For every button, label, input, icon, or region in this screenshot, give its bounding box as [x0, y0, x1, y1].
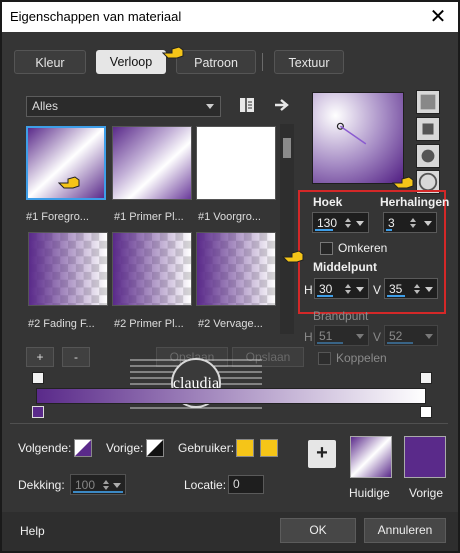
repeats-input[interactable]: 3: [383, 212, 437, 233]
previous-swatch[interactable]: [146, 439, 164, 457]
link-label: Koppelen: [336, 351, 387, 365]
tab-verloop[interactable]: Verloop: [96, 50, 166, 74]
decrement-icon[interactable]: [414, 290, 420, 294]
increment-icon[interactable]: [103, 480, 109, 484]
increment-icon[interactable]: [410, 218, 416, 222]
link-checkbox: [318, 352, 331, 365]
tab-textuur[interactable]: Textuur: [274, 50, 344, 74]
center-h-input[interactable]: 30: [314, 278, 369, 299]
chevron-down-icon[interactable]: [356, 221, 364, 226]
help-link[interactable]: Help: [20, 524, 45, 538]
current-label: Huidige: [349, 486, 390, 500]
opacity-input[interactable]: 100: [70, 474, 126, 495]
gradient-caption-6: #2 Vervage...: [198, 318, 263, 330]
increment-icon[interactable]: [414, 284, 420, 288]
increment-icon[interactable]: [345, 218, 351, 222]
gradient-thumb-3[interactable]: [196, 126, 276, 200]
library-icon[interactable]: [237, 95, 257, 115]
cancel-button[interactable]: Annuleren: [364, 518, 446, 543]
ok-button[interactable]: OK: [280, 518, 356, 543]
remove-stop-button[interactable]: -: [62, 347, 90, 367]
sunburst-style-button[interactable]: [416, 144, 440, 168]
focal-h-input: 51: [314, 325, 369, 346]
next-swatch[interactable]: [74, 439, 92, 457]
center-v-label: V: [373, 283, 382, 297]
increment-icon[interactable]: [345, 284, 351, 288]
invert-label: Omkeren: [338, 241, 388, 255]
rectangular-style-button[interactable]: [416, 117, 440, 141]
chevron-down-icon: [356, 334, 364, 339]
center-h-label: H: [304, 283, 313, 297]
tab-kleur[interactable]: Kleur: [14, 50, 86, 74]
gradient-thumb-6[interactable]: [196, 232, 276, 306]
add-stop-button[interactable]: +: [26, 347, 54, 367]
focal-v-label: V: [373, 330, 382, 344]
invert-checkbox[interactable]: [320, 242, 333, 255]
next-label: Volgende:: [18, 441, 72, 455]
tab-bar: Kleur Verloop Patroon Textuur: [14, 50, 446, 76]
user-swatch-1[interactable]: [236, 439, 254, 457]
gradient-bar[interactable]: [36, 388, 426, 404]
tab-patroon[interactable]: Patroon: [176, 50, 256, 74]
gradient-thumb-5[interactable]: [112, 232, 192, 306]
angle-label: Hoek: [313, 195, 343, 209]
previous-color-label: Vorige: [409, 486, 444, 500]
pointing-hand-icon: [58, 176, 80, 189]
add-to-palette-button[interactable]: +: [308, 440, 336, 468]
location-input[interactable]: 0: [228, 475, 264, 494]
arrow-right-icon[interactable]: [272, 95, 292, 115]
decrement-icon[interactable]: [345, 290, 351, 294]
previous-label: Vorige:: [106, 441, 144, 455]
center-v-input[interactable]: 35: [384, 278, 438, 299]
pointing-hand-icon: [282, 250, 304, 263]
gradient-caption-5: #2 Primer Pl...: [114, 318, 184, 330]
linear-style-button[interactable]: [416, 90, 440, 114]
focal-h-label: H: [304, 330, 313, 344]
chevron-down-icon[interactable]: [424, 221, 432, 226]
chevron-down-icon[interactable]: [356, 287, 364, 292]
gradient-caption-4: #2 Fading F...: [28, 318, 95, 330]
divider: [10, 423, 448, 424]
decrement-icon[interactable]: [345, 224, 351, 228]
pointing-hand-icon: [392, 176, 414, 189]
chevron-down-icon: [206, 104, 214, 109]
gradient-caption-3: #1 Voorgro...: [198, 211, 261, 223]
opacity-stop-start[interactable]: [32, 372, 44, 384]
color-stop-start[interactable]: [32, 406, 44, 418]
gradient-caption-2: #1 Primer Pl...: [114, 211, 184, 223]
category-value: Alles: [32, 99, 59, 113]
repeats-label: Herhalingen: [380, 195, 450, 209]
color-stop-end[interactable]: [420, 406, 432, 418]
close-icon[interactable]: ✕: [426, 5, 450, 29]
gradient-list-scrollbar[interactable]: [280, 124, 294, 334]
user-swatch-2[interactable]: [260, 439, 278, 457]
chevron-down-icon[interactable]: [425, 287, 433, 292]
decrement-icon[interactable]: [103, 486, 109, 490]
angle-input[interactable]: 130: [312, 212, 369, 233]
opacity-stop-end[interactable]: [420, 372, 432, 384]
scrollbar-thumb[interactable]: [283, 138, 291, 158]
focal-v-input: 52: [384, 325, 438, 346]
category-dropdown[interactable]: Alles: [26, 96, 221, 117]
window-title: Eigenschappen van materiaal: [10, 9, 182, 24]
decrement-icon[interactable]: [410, 224, 416, 228]
focal-label: Brandpunt: [313, 309, 369, 323]
gradient-list: #1 Foregro... #1 Primer Pl... #1 Voorgro…: [24, 124, 278, 334]
opacity-label: Dekking:: [18, 478, 65, 492]
gradient-caption-1: #1 Foregro...: [26, 211, 89, 223]
chevron-down-icon[interactable]: [113, 483, 121, 488]
gradient-preview[interactable]: [312, 92, 404, 184]
title-bar: Eigenschappen van materiaal ✕: [2, 2, 458, 32]
location-label: Locatie:: [184, 478, 227, 492]
chevron-down-icon: [425, 334, 433, 339]
user-label: Gebruiker:: [178, 441, 235, 455]
previous-color-swatch[interactable]: [404, 436, 446, 478]
tab-separator: [262, 53, 263, 71]
current-swatch[interactable]: [350, 436, 392, 478]
gradient-thumb-4[interactable]: [28, 232, 108, 306]
pointing-hand-icon: [162, 46, 184, 59]
watermark-logo: claudia art & more: [130, 358, 262, 409]
centerpoint-label: Middelpunt: [313, 260, 377, 274]
gradient-thumb-2[interactable]: [112, 126, 192, 200]
